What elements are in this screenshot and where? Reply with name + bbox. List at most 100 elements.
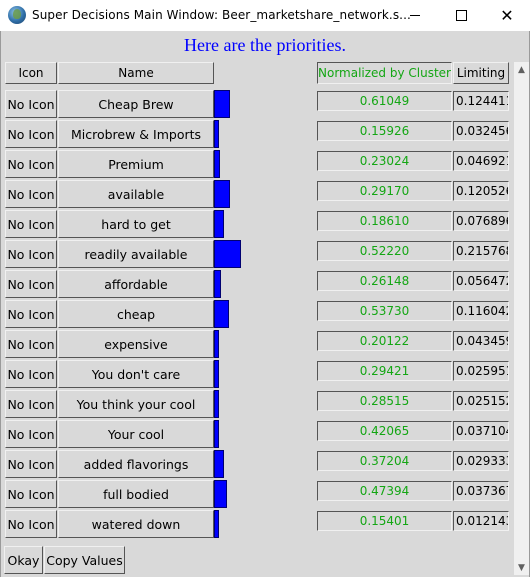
- priority-bar: [214, 330, 219, 358]
- limiting-value: 0.076896: [453, 211, 509, 231]
- table-row: No Icon Premium 0.23024 0.046921: [1, 150, 514, 180]
- priority-bar: [214, 450, 224, 478]
- normalized-value: 0.52220: [317, 241, 452, 261]
- priority-bar: [214, 120, 219, 148]
- normalized-value: 0.29421: [317, 361, 452, 381]
- row-icon-button[interactable]: No Icon: [5, 90, 57, 118]
- copy-values-button[interactable]: Copy Values: [44, 546, 125, 574]
- row-name-button[interactable]: Premium: [58, 150, 214, 178]
- row-icon-button[interactable]: No Icon: [5, 180, 57, 208]
- row-icon-button[interactable]: No Icon: [5, 120, 57, 148]
- row-name-button[interactable]: added flavorings: [58, 450, 214, 478]
- row-name-button[interactable]: Cheap Brew: [58, 90, 214, 118]
- vertical-scrollbar[interactable]: ▲ ▼: [514, 62, 529, 575]
- row-icon-button[interactable]: No Icon: [5, 270, 57, 298]
- table-row: No Icon readily available 0.52220 0.215768: [1, 240, 514, 270]
- priority-bar: [214, 90, 230, 118]
- header-limiting: Limiting: [453, 62, 509, 84]
- priority-bar: [214, 480, 227, 508]
- scroll-up-icon[interactable]: ▲: [514, 62, 529, 77]
- priority-bar: [214, 240, 241, 268]
- normalized-value: 0.37204: [317, 451, 452, 471]
- limiting-value: 0.012143: [453, 511, 509, 531]
- row-name-button[interactable]: hard to get: [58, 210, 214, 238]
- limiting-value: 0.116042: [453, 301, 509, 321]
- maximize-icon: [455, 10, 467, 21]
- row-icon-button[interactable]: No Icon: [5, 510, 57, 538]
- row-name-button[interactable]: available: [58, 180, 214, 208]
- row-icon-button[interactable]: No Icon: [5, 420, 57, 448]
- main-frame: Here are the priorities. Icon Name Norma…: [0, 31, 530, 577]
- row-name-button[interactable]: readily available: [58, 240, 214, 268]
- table-row: No Icon full bodied 0.47394 0.037367: [1, 480, 514, 510]
- minimize-icon: [410, 15, 420, 16]
- limiting-value: 0.025152: [453, 391, 509, 411]
- normalized-value: 0.47394: [317, 481, 452, 501]
- priority-bar: [214, 270, 221, 298]
- title-bar: Super Decisions Main Window: Beer_market…: [0, 0, 530, 31]
- row-icon-button[interactable]: No Icon: [5, 390, 57, 418]
- row-name-button[interactable]: cheap: [58, 300, 214, 328]
- table-row: No Icon cheap 0.53730 0.116042: [1, 300, 514, 330]
- table-row: No Icon You don't care 0.29421 0.025951: [1, 360, 514, 390]
- header-normalized: Normalized by Cluster: [317, 62, 452, 84]
- limiting-value: 0.032456: [453, 121, 509, 141]
- header-name: Name: [58, 62, 214, 84]
- priorities-table: Icon Name Normalized by Cluster Limiting…: [1, 62, 514, 570]
- normalized-value: 0.53730: [317, 301, 452, 321]
- row-icon-button[interactable]: No Icon: [5, 300, 57, 328]
- limiting-value: 0.025951: [453, 361, 509, 381]
- row-name-button[interactable]: watered down: [58, 510, 214, 538]
- normalized-value: 0.61049: [317, 91, 452, 111]
- row-icon-button[interactable]: No Icon: [5, 360, 57, 388]
- minimize-button[interactable]: [392, 0, 438, 31]
- table-row: No Icon expensive 0.20122 0.043459: [1, 330, 514, 360]
- normalized-value: 0.15401: [317, 511, 452, 531]
- row-icon-button[interactable]: No Icon: [5, 480, 57, 508]
- scroll-down-icon[interactable]: ▼: [514, 560, 529, 575]
- limiting-value: 0.043459: [453, 331, 509, 351]
- priority-bar: [214, 420, 219, 448]
- table-row: No Icon watered down 0.15401 0.012143: [1, 510, 514, 540]
- limiting-value: 0.037367: [453, 481, 509, 501]
- limiting-value: 0.124411: [453, 91, 509, 111]
- row-name-button[interactable]: You think your cool: [58, 390, 214, 418]
- maximize-button[interactable]: [438, 0, 484, 31]
- priority-bar: [214, 510, 219, 538]
- row-icon-button[interactable]: No Icon: [5, 210, 57, 238]
- limiting-value: 0.029333: [453, 451, 509, 471]
- normalized-value: 0.42065: [317, 421, 452, 441]
- normalized-value: 0.26148: [317, 271, 452, 291]
- close-button[interactable]: ✕: [484, 0, 530, 31]
- priority-bar: [214, 390, 219, 418]
- normalized-value: 0.28515: [317, 391, 452, 411]
- row-icon-button[interactable]: No Icon: [5, 330, 57, 358]
- row-name-button[interactable]: Your cool: [58, 420, 214, 448]
- priority-bar: [214, 180, 230, 208]
- row-name-button[interactable]: affordable: [58, 270, 214, 298]
- limiting-value: 0.215768: [453, 241, 509, 261]
- table-row: No Icon Your cool 0.42065 0.037104: [1, 420, 514, 450]
- normalized-value: 0.20122: [317, 331, 452, 351]
- limiting-value: 0.046921: [453, 151, 509, 171]
- normalized-value: 0.18610: [317, 211, 452, 231]
- window-title: Super Decisions Main Window: Beer_market…: [32, 8, 411, 22]
- normalized-value: 0.15926: [317, 121, 452, 141]
- row-icon-button[interactable]: No Icon: [5, 240, 57, 268]
- row-name-button[interactable]: full bodied: [58, 480, 214, 508]
- normalized-value: 0.29170: [317, 181, 452, 201]
- limiting-value: 0.120526: [453, 181, 509, 201]
- normalized-value: 0.23024: [317, 151, 452, 171]
- limiting-value: 0.056472: [453, 271, 509, 291]
- table-row: No Icon hard to get 0.18610 0.076896: [1, 210, 514, 240]
- okay-button[interactable]: Okay: [4, 546, 43, 574]
- row-name-button[interactable]: expensive: [58, 330, 214, 358]
- table-row: No Icon Cheap Brew 0.61049 0.124411: [1, 90, 514, 120]
- row-icon-button[interactable]: No Icon: [5, 150, 57, 178]
- row-icon-button[interactable]: No Icon: [5, 450, 57, 478]
- row-name-button[interactable]: Microbrew & Imports: [58, 120, 214, 148]
- priority-bar: [214, 360, 219, 388]
- table-row: No Icon available 0.29170 0.120526: [1, 180, 514, 210]
- row-name-button[interactable]: You don't care: [58, 360, 214, 388]
- app-globe-icon: [8, 6, 26, 24]
